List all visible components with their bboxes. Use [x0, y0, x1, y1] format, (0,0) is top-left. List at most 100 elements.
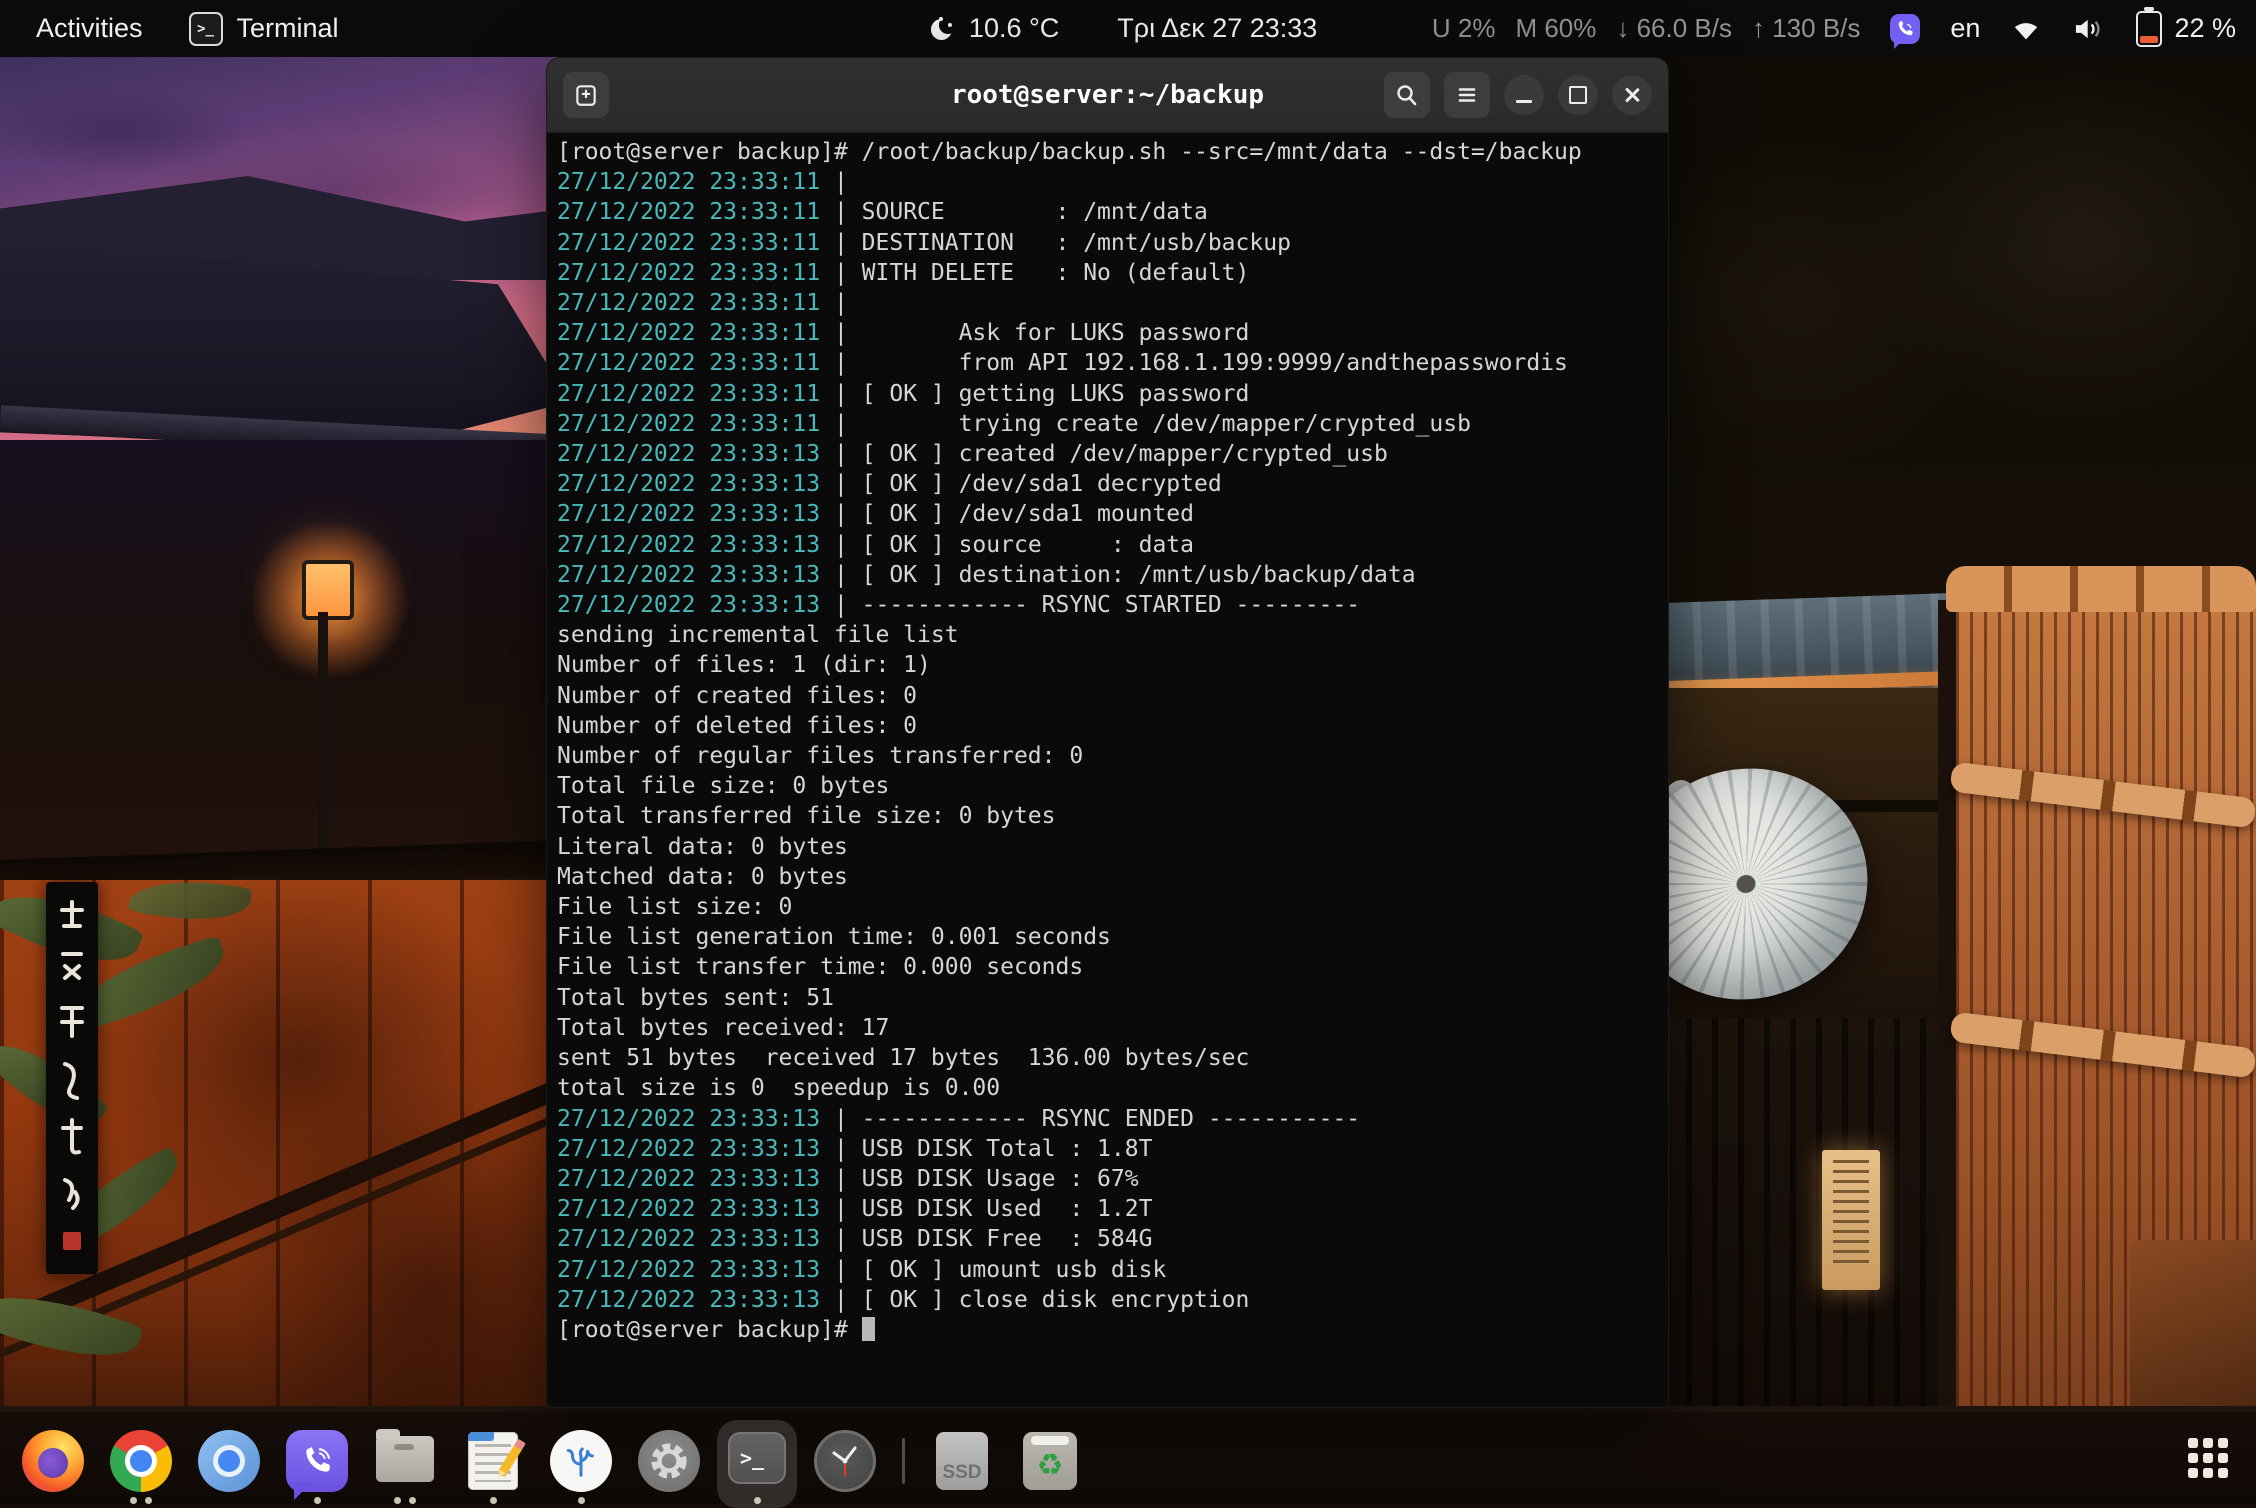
timestamp: 27/12/2022 23:33:13	[557, 1166, 820, 1192]
dock-item-ssd-drive[interactable]: SSD	[931, 1430, 993, 1504]
line-text: | SOURCE : /mnt/data	[820, 199, 1208, 225]
net-upload: ↑ 130 B/s	[1752, 13, 1860, 44]
line-text: Total bytes sent: 51	[557, 985, 834, 1011]
top-bar-left: Activities >_ Terminal	[0, 12, 339, 46]
recycle-glyph: ♻	[1037, 1448, 1064, 1483]
line-text: File list generation time: 0.001 seconds	[557, 924, 1111, 950]
system-monitor[interactable]: U 2% M 60% ↓ 66.0 B/s ↑ 130 B/s	[1432, 13, 1861, 44]
top-bar: Activities >_ Terminal 10.6 °C Τρι Δεκ 2…	[0, 0, 2256, 57]
close-button[interactable]	[1612, 75, 1652, 115]
dock-item-chrome[interactable]	[110, 1430, 172, 1504]
dock: >_ SSD ♻	[0, 1412, 2256, 1504]
wifi-icon[interactable]	[2010, 16, 2042, 42]
focused-app-menu[interactable]: >_ Terminal	[189, 12, 339, 46]
terminal-line: Number of deleted files: 0	[557, 711, 1658, 741]
timestamp: 27/12/2022 23:33:11	[557, 381, 820, 407]
terminal-line: [root@server backup]# /root/backup/backu…	[557, 137, 1658, 167]
timestamp: 27/12/2022 23:33:13	[557, 592, 820, 618]
line-text: |	[820, 169, 848, 195]
maximize-button[interactable]	[1558, 75, 1598, 115]
app-grid-dot	[2203, 1438, 2213, 1448]
timestamp: 27/12/2022 23:33:13	[557, 1136, 820, 1162]
terminal-line: Number of regular files transferred: 0	[557, 741, 1658, 771]
dock-item-terminal[interactable]: >_	[726, 1430, 788, 1504]
terminal-line: 27/12/2022 23:33:13 | [ OK ] close disk …	[557, 1285, 1658, 1315]
running-dots	[286, 1497, 348, 1504]
top-bar-right: U 2% M 60% ↓ 66.0 B/s ↑ 130 B/s en 22 %	[1432, 11, 2256, 47]
line-text: Literal data: 0 bytes	[557, 834, 848, 860]
clock-label[interactable]: Τρι Δεκ 27 23:33	[1117, 13, 1317, 44]
timestamp: 27/12/2022 23:33:13	[557, 441, 820, 467]
close-icon	[1623, 86, 1641, 104]
line-text: sending incremental file list	[557, 622, 959, 648]
kanji-strokes	[57, 896, 87, 1256]
dock-item-settings[interactable]	[638, 1430, 700, 1504]
running-indicator-dot	[394, 1497, 401, 1504]
editor-accent	[468, 1432, 494, 1441]
line-text: Number of created files: 0	[557, 683, 917, 709]
focused-app-label: Terminal	[237, 13, 339, 44]
terminal-line: Literal data: 0 bytes	[557, 832, 1658, 862]
line-text: Number of files: 1 (dir: 1)	[557, 652, 931, 678]
dock-item-coral-app[interactable]	[550, 1430, 612, 1504]
top-bar-center: 10.6 °C Τρι Δεκ 27 23:33	[931, 0, 1317, 57]
line-text: [root@server backup]# /root/backup/backu…	[557, 139, 1582, 165]
terminal-line: Total transferred file size: 0 bytes	[557, 801, 1658, 831]
volume-icon[interactable]	[2072, 15, 2106, 43]
viber-tray-icon[interactable]	[1890, 14, 1920, 44]
dock-item-clocks[interactable]	[814, 1430, 876, 1504]
running-indicator-dot	[145, 1497, 152, 1504]
minimize-button[interactable]	[1504, 75, 1544, 115]
app-grid-dot	[2188, 1438, 2198, 1448]
dock-item-trash[interactable]: ♻	[1019, 1430, 1081, 1504]
terminal-line: Total bytes sent: 51	[557, 983, 1658, 1013]
terminal-line: Total file size: 0 bytes	[557, 771, 1658, 801]
search-button[interactable]	[1384, 72, 1430, 118]
firefox-core	[38, 1448, 68, 1478]
app-grid-dot	[2203, 1453, 2213, 1463]
dock-item-firefox[interactable]	[22, 1430, 84, 1504]
ssd-label: SSD	[942, 1462, 981, 1484]
line-text: | ------------ RSYNC ENDED -----------	[820, 1106, 1360, 1132]
line-text: | Ask for LUKS password	[820, 320, 1249, 346]
dock-item-viber[interactable]	[286, 1430, 348, 1504]
battery-indicator[interactable]: 22 %	[2136, 11, 2236, 47]
line-text: [root@server backup]#	[557, 1317, 862, 1343]
settings-gear-icon	[638, 1430, 700, 1492]
terminal-line: 27/12/2022 23:33:13 | [ OK ] source : da…	[557, 530, 1658, 560]
timestamp: 27/12/2022 23:33:11	[557, 169, 820, 195]
menu-button[interactable]	[1444, 72, 1490, 118]
activities-button[interactable]: Activities	[36, 13, 143, 44]
keyboard-layout-indicator[interactable]: en	[1950, 13, 1980, 44]
dock-item-chromium[interactable]	[198, 1430, 260, 1504]
cpu-usage: U 2%	[1432, 13, 1496, 44]
line-text: | [ OK ] /dev/sda1 mounted	[820, 501, 1194, 527]
running-dots	[726, 1497, 788, 1504]
terminal-cursor	[862, 1317, 875, 1341]
new-tab-button[interactable]	[563, 72, 609, 118]
firefox-icon	[22, 1430, 84, 1492]
timestamp: 27/12/2022 23:33:11	[557, 350, 820, 376]
terminal-line: 27/12/2022 23:33:13 | USB DISK Used : 1.…	[557, 1194, 1658, 1224]
phone-icon	[300, 1444, 334, 1478]
terminal-output[interactable]: [root@server backup]# /root/backup/backu…	[547, 133, 1668, 1409]
timestamp: 27/12/2022 23:33:13	[557, 1226, 820, 1252]
terminal-window: root@server:~/backup [root@server backup…	[546, 57, 1669, 1408]
terminal-line: 27/12/2022 23:33:13 | ------------ RSYNC…	[557, 590, 1658, 620]
weather-indicator[interactable]: 10.6 °C	[931, 13, 1059, 44]
terminal-line: 27/12/2022 23:33:11 |	[557, 167, 1658, 197]
app-grid-dot	[2218, 1438, 2228, 1448]
line-text: Total transferred file size: 0 bytes	[557, 803, 1056, 829]
timestamp: 27/12/2022 23:33:13	[557, 1196, 820, 1222]
line-text: | USB DISK Total : 1.8T	[820, 1136, 1152, 1162]
dock-item-text-editor[interactable]	[462, 1430, 524, 1504]
terminal-line: 27/12/2022 23:33:13 | [ OK ] umount usb …	[557, 1255, 1658, 1285]
terminal-line: Matched data: 0 bytes	[557, 862, 1658, 892]
wallpaper-fence-cap	[1946, 566, 2256, 612]
running-indicator-dot	[314, 1497, 321, 1504]
dock-item-files[interactable]	[374, 1430, 436, 1504]
terminal-headerbar[interactable]: root@server:~/backup	[547, 58, 1668, 133]
show-applications-button[interactable]	[2188, 1438, 2228, 1478]
terminal-line: Number of created files: 0	[557, 681, 1658, 711]
focused-app-highlight	[717, 1420, 797, 1508]
